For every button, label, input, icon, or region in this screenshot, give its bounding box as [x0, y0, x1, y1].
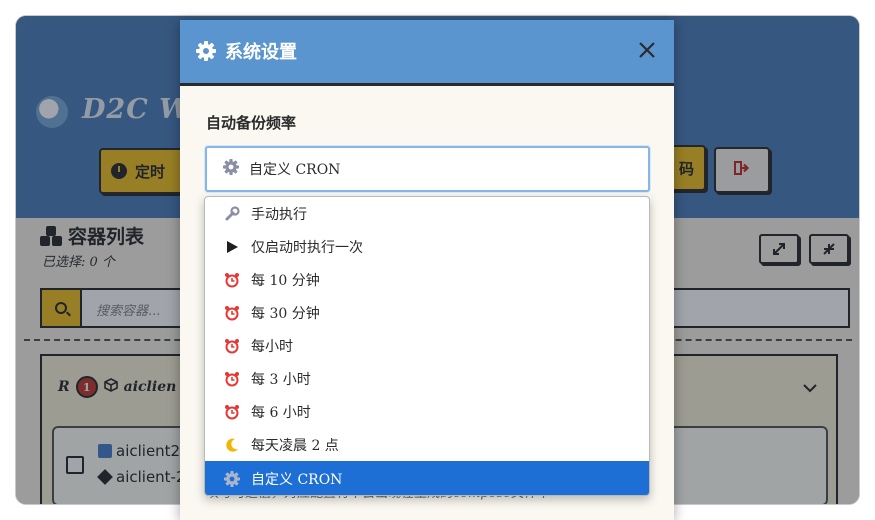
backup-frequency-select[interactable]: 自定义 CRON	[205, 146, 650, 192]
wrench-icon	[223, 205, 241, 223]
alarm-clock-icon	[223, 403, 241, 421]
option-label: 每 30 分钟	[251, 305, 320, 322]
modal-title-text: 系统设置	[225, 42, 297, 63]
close-icon	[639, 42, 655, 58]
option-manual[interactable]: 手动执行	[205, 197, 649, 230]
option-label: 每 6 小时	[251, 404, 311, 421]
option-daily-2am[interactable]: 每天凌晨 2 点	[205, 428, 649, 461]
modal-header: 系统设置	[180, 20, 674, 86]
option-custom-cron[interactable]: 自定义 CRON	[205, 461, 649, 495]
gear-icon	[223, 470, 241, 488]
crescent-moon-icon	[223, 436, 241, 454]
alarm-clock-icon	[223, 304, 241, 322]
alarm-clock-icon	[223, 271, 241, 289]
option-label: 每 10 分钟	[251, 272, 320, 289]
selected-value: 自定义 CRON	[249, 162, 341, 178]
close-button[interactable]	[634, 37, 660, 63]
option-every-3-hours[interactable]: 每 3 小时	[205, 362, 649, 395]
option-label: 自定义 CRON	[251, 472, 343, 488]
option-label: 每天凌晨 2 点	[251, 437, 339, 454]
gear-icon	[196, 41, 216, 61]
alarm-clock-icon	[223, 337, 241, 355]
option-startup-once[interactable]: 仅启动时执行一次	[205, 230, 649, 263]
option-label: 仅启动时执行一次	[251, 239, 363, 256]
gear-icon	[223, 159, 239, 179]
modal-title: 系统设置	[196, 38, 297, 64]
option-label: 每 3 小时	[251, 371, 311, 388]
option-every-30-min[interactable]: 每 30 分钟	[205, 296, 649, 329]
play-icon	[223, 238, 241, 256]
alarm-clock-icon	[223, 370, 241, 388]
option-every-6-hours[interactable]: 每 6 小时	[205, 395, 649, 428]
frequency-dropdown: 手动执行 仅启动时执行一次 每 10 分钟 每 30 分钟 每小时 每 3 小时	[204, 196, 650, 496]
backup-frequency-label: 自动备份频率	[206, 114, 297, 132]
option-label: 手动执行	[251, 206, 307, 223]
option-hourly[interactable]: 每小时	[205, 329, 649, 362]
option-every-10-min[interactable]: 每 10 分钟	[205, 263, 649, 296]
option-label: 每小时	[251, 338, 293, 355]
